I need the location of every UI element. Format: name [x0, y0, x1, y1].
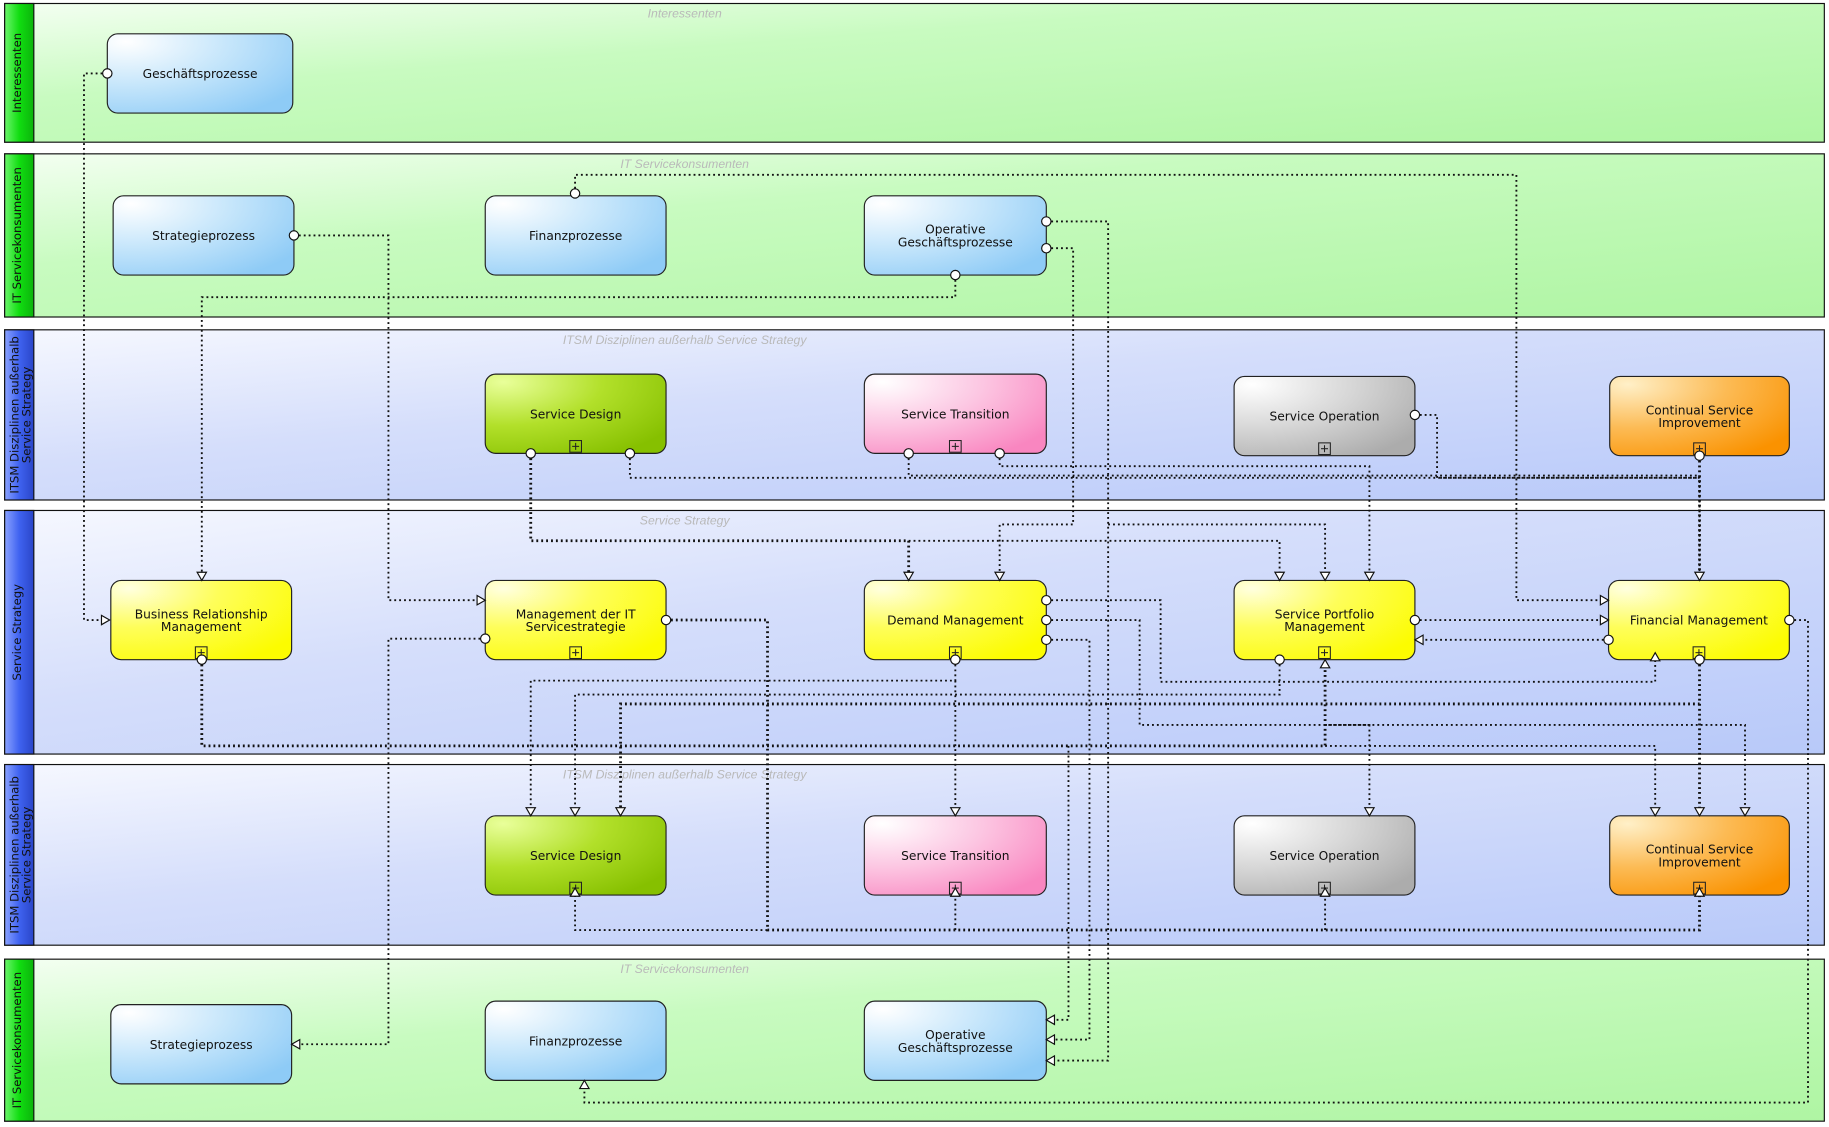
port-circle-icon — [288, 230, 300, 241]
operative-bot-task[interactable]: Operative Geschäftsprozesse — [863, 1000, 1047, 1081]
brm-task[interactable]: Business Relationship Management — [110, 579, 293, 661]
task-label: Management der IT Servicestrategie — [516, 607, 636, 634]
task-label: Finanzprozesse — [529, 1034, 622, 1048]
port-circle-icon — [950, 269, 961, 281]
service-transition-bot-task[interactable]: Service Transition — [863, 815, 1047, 896]
task-label: Service Transition — [901, 849, 1009, 863]
service-design-top-task[interactable]: Service Design — [484, 373, 667, 454]
swimlane-title: Interessenten — [648, 6, 722, 20]
task-label: Service Operation — [1269, 849, 1379, 863]
swimlane-label: IT Servicekonsumenten — [10, 972, 24, 1108]
swimlane-title: Service Strategy — [640, 513, 731, 527]
port-circle-icon — [660, 614, 672, 626]
port-circle-icon — [1409, 614, 1421, 626]
port-circle-icon — [1784, 614, 1795, 626]
strategieprozess-top-task[interactable]: Strategieprozess — [112, 195, 295, 276]
port-circle-icon — [1274, 654, 1285, 665]
port-circle-icon — [1041, 216, 1052, 227]
port-circle-icon — [903, 448, 914, 459]
swimlane-title: ITSM Disziplinen außerhalb Service Strat… — [563, 333, 807, 347]
task-label: Service Design — [530, 849, 621, 863]
task-label: Service Design — [530, 407, 621, 421]
finanzprozesse-top-task[interactable]: Finanzprozesse — [484, 195, 667, 276]
swimlane-title: ITSM Disziplinen außerhalb Service Strat… — [563, 768, 807, 782]
demand-task[interactable]: Demand Management — [863, 579, 1047, 661]
task-label: Finanzprozesse — [529, 229, 622, 243]
service-transition-top-task[interactable]: Service Transition — [863, 373, 1047, 454]
port-circle-icon — [1603, 634, 1614, 646]
task-label: Continual Service Improvement — [1646, 843, 1754, 870]
task-label: Service Operation — [1269, 410, 1379, 424]
port-circle-icon — [1041, 614, 1052, 626]
port-circle-icon — [569, 188, 581, 199]
task-label: Financial Management — [1630, 614, 1768, 628]
financial-task[interactable]: Financial Management — [1607, 579, 1790, 661]
strategieprozess-bot-task[interactable]: Strategieprozess — [110, 1004, 293, 1085]
portfolio-task[interactable]: Service Portfolio Management — [1233, 579, 1416, 661]
geschaeftsprozesse-task[interactable]: Geschäftsprozesse — [106, 33, 294, 114]
port-circle-icon — [479, 633, 491, 644]
task-label: Strategieprozess — [150, 1038, 253, 1052]
task-label: Demand Management — [887, 614, 1024, 628]
process-diagram: Interessenten Interessenten IT Servicekons… — [4, 2, 1825, 1122]
service-design-bot-task[interactable]: Service Design — [484, 815, 667, 896]
swimlane-title: IT Servicekonsumenten — [620, 157, 749, 171]
swimlane-title: IT Servicekonsumenten — [620, 962, 749, 976]
service-operation-bot-task[interactable]: Service Operation — [1233, 815, 1416, 896]
task-label: Service Portfolio Management — [1275, 607, 1374, 634]
csi-top-task[interactable]: Continual Service Improvement — [1609, 375, 1790, 457]
port-circle-icon — [1694, 450, 1705, 461]
port-circle-icon — [102, 68, 113, 79]
swimlane-label: Interessenten — [10, 33, 24, 113]
swimlane-label: IT Servicekonsumenten — [10, 167, 24, 303]
port-circle-icon — [950, 654, 961, 665]
port-circle-icon — [1041, 242, 1052, 254]
port-circle-icon — [624, 448, 636, 459]
port-circle-icon — [994, 448, 1005, 459]
task-label: Geschäftsprozesse — [143, 67, 258, 81]
port-circle-icon — [1409, 409, 1421, 421]
lanes-layer: Interessenten Interessenten IT Servicekons… — [4, 2, 1825, 1122]
port-circle-icon — [196, 654, 208, 665]
task-label: Service Transition — [901, 407, 1009, 421]
swimlane-label: Service Strategy — [10, 584, 24, 681]
finanzprozesse-bot-task[interactable]: Finanzprozesse — [484, 1000, 667, 1081]
port-circle-icon — [1041, 594, 1052, 606]
port-circle-icon — [525, 448, 536, 459]
mgmt-it-strategie-task[interactable]: Management der IT Servicestrategie — [484, 579, 667, 661]
port-circle-icon — [1041, 634, 1052, 646]
port-circle-icon — [1694, 654, 1705, 665]
operative-top-task[interactable]: Operative Geschäftsprozesse — [863, 195, 1047, 276]
service-operation-top-task[interactable]: Service Operation — [1233, 375, 1416, 457]
csi-bot-task[interactable]: Continual Service Improvement — [1609, 815, 1790, 896]
task-label: Strategieprozess — [152, 229, 255, 243]
task-label: Continual Service Improvement — [1646, 403, 1754, 430]
